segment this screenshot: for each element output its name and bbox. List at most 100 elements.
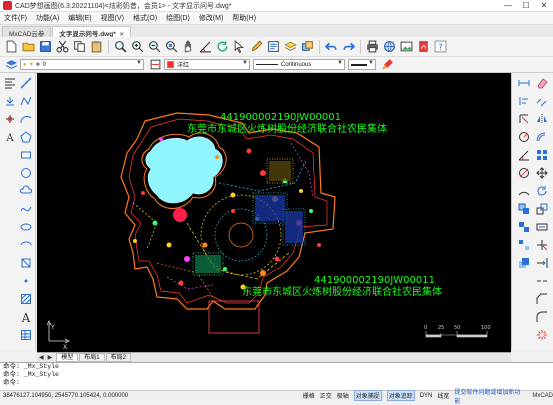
save-button[interactable] — [37, 39, 53, 55]
lineweight-select[interactable]: ▼ — [348, 59, 376, 70]
array-button[interactable] — [534, 147, 550, 163]
toggle-lineweight[interactable]: 线宽 — [437, 391, 449, 400]
tab-model[interactable]: 模型 — [56, 353, 79, 362]
drawing-canvas[interactable]: 441900002190JW00001 东莞市东城区火炼树股份经济联合社农民集体… — [37, 73, 511, 352]
menu-lines-button[interactable] — [2, 75, 18, 91]
rotate-button[interactable] — [534, 183, 550, 199]
ungroup-button[interactable] — [516, 237, 532, 253]
paste-button[interactable] — [88, 39, 104, 55]
polyline-button[interactable] — [18, 93, 34, 109]
rectangle-button[interactable] — [18, 147, 34, 163]
open-file-button[interactable] — [20, 39, 36, 55]
scale-button[interactable] — [534, 201, 550, 217]
arc-button[interactable] — [18, 111, 34, 127]
ellipse-button[interactable] — [18, 219, 34, 235]
text-style-button[interactable]: A — [2, 129, 18, 145]
pan-button[interactable] — [180, 39, 196, 55]
layer-states-button[interactable] — [3, 57, 19, 73]
properties-button[interactable] — [265, 39, 281, 55]
zoom-extents-button[interactable] — [163, 39, 179, 55]
help-button[interactable]: ? — [432, 39, 448, 55]
tab-drawing[interactable]: 文字显示问号.dwg* × — [52, 26, 131, 38]
minimize-button[interactable]: — — [499, 0, 517, 12]
line-button[interactable] — [18, 75, 34, 91]
web-button[interactable] — [381, 39, 397, 55]
mtext-button[interactable]: A — [18, 309, 34, 325]
layout-next-icon[interactable]: ▶ — [48, 354, 53, 361]
menu-file[interactable]: 文件(F) — [4, 13, 27, 23]
chamfer-button[interactable] — [534, 291, 550, 307]
draw-order-button[interactable] — [516, 255, 532, 271]
erase-button[interactable] — [534, 75, 550, 91]
angle-dim-button[interactable] — [516, 147, 532, 163]
new-file-button[interactable] — [3, 39, 19, 55]
extend-button[interactable] — [534, 255, 550, 271]
layer-manager-button[interactable] — [282, 39, 298, 55]
mirror-button[interactable] — [534, 111, 550, 127]
stretch-button[interactable] — [534, 219, 550, 235]
table-button[interactable] — [18, 327, 34, 343]
match-properties-button[interactable] — [379, 57, 395, 73]
undo-button[interactable] — [323, 39, 339, 55]
stack-button[interactable] — [516, 201, 532, 217]
copy-button[interactable] — [71, 39, 87, 55]
polygon-button[interactable] — [18, 129, 34, 145]
move-button[interactable] — [534, 165, 550, 181]
revcloud-button[interactable] — [18, 183, 34, 199]
print-button[interactable] — [364, 39, 380, 55]
toggle-ortho[interactable]: 正交 — [320, 391, 332, 400]
hatch-button[interactable] — [18, 291, 34, 307]
block-button[interactable] — [299, 39, 315, 55]
redo-button[interactable] — [340, 39, 356, 55]
close-button[interactable]: ✕ — [535, 0, 553, 12]
menu-draw[interactable]: 绘图(D) — [166, 13, 190, 23]
menu-edit[interactable]: 编辑(E) — [68, 13, 91, 23]
menu-view[interactable]: 视图(V) — [101, 13, 124, 23]
zoom-out-button[interactable] — [146, 39, 162, 55]
toggle-osnap[interactable]: 对象捕捉 — [353, 390, 382, 401]
layer-select[interactable]: ● ☀ ■ 0 ▼ — [20, 59, 144, 70]
zoom-in-button[interactable] — [129, 39, 145, 55]
arc-length-button[interactable] — [516, 183, 532, 199]
circle-button[interactable] — [18, 165, 34, 181]
offset-button[interactable] — [534, 129, 550, 145]
toggle-dyn[interactable]: DYN — [420, 393, 433, 399]
toggle-otrack[interactable]: 对象追踪 — [386, 390, 415, 401]
maximize-button[interactable]: ☐ — [517, 0, 535, 12]
align-button[interactable] — [516, 93, 532, 109]
menu-format[interactable]: 格式(O) — [133, 13, 157, 23]
diameter-dim-button[interactable] — [516, 165, 532, 181]
edit-text-button[interactable] — [248, 39, 264, 55]
dim-button[interactable] — [516, 111, 532, 127]
copy-object-button[interactable] — [534, 93, 550, 109]
layout-prev-icon[interactable]: ◀ — [39, 354, 44, 361]
make-current-layer-button[interactable] — [147, 57, 163, 73]
toggle-grid[interactable]: 栅格 — [303, 391, 315, 400]
toggle-polar[interactable]: 极轴 — [337, 391, 349, 400]
break-button[interactable] — [534, 273, 550, 289]
snap-button[interactable] — [2, 111, 18, 127]
point-button[interactable] — [18, 273, 34, 289]
distance-button[interactable] — [516, 75, 532, 91]
menu-modify[interactable]: 修改(M) — [199, 13, 224, 23]
redraw-button[interactable] — [214, 39, 230, 55]
group-button[interactable] — [516, 219, 532, 235]
menu-help[interactable]: 帮助(H) — [232, 13, 256, 23]
ellipse-arc-button[interactable] — [18, 237, 34, 253]
cut-button[interactable] — [54, 39, 70, 55]
insert-block-button[interactable] — [18, 255, 34, 271]
select-button[interactable] — [231, 39, 247, 55]
tab-layout2[interactable]: 布局2 — [105, 353, 131, 362]
linetype-select[interactable]: Continuous ▼ — [253, 59, 345, 70]
color-select[interactable]: 洋红 ▼ — [164, 59, 250, 70]
spline-button[interactable] — [18, 201, 34, 217]
tab-cloud[interactable]: MxCAD云参 — [2, 26, 52, 38]
radius-dim-button[interactable] — [516, 129, 532, 145]
fillet-button[interactable] — [534, 309, 550, 325]
zoom-window-button[interactable] — [112, 39, 128, 55]
export-pdf-button[interactable] — [415, 39, 431, 55]
trim-button[interactable] — [534, 237, 550, 253]
measure-button[interactable] — [197, 39, 213, 55]
feedback-link[interactable]: 提交软件问题或增加新功能 — [454, 387, 526, 405]
menu-function[interactable]: 功能(A) — [36, 13, 59, 23]
